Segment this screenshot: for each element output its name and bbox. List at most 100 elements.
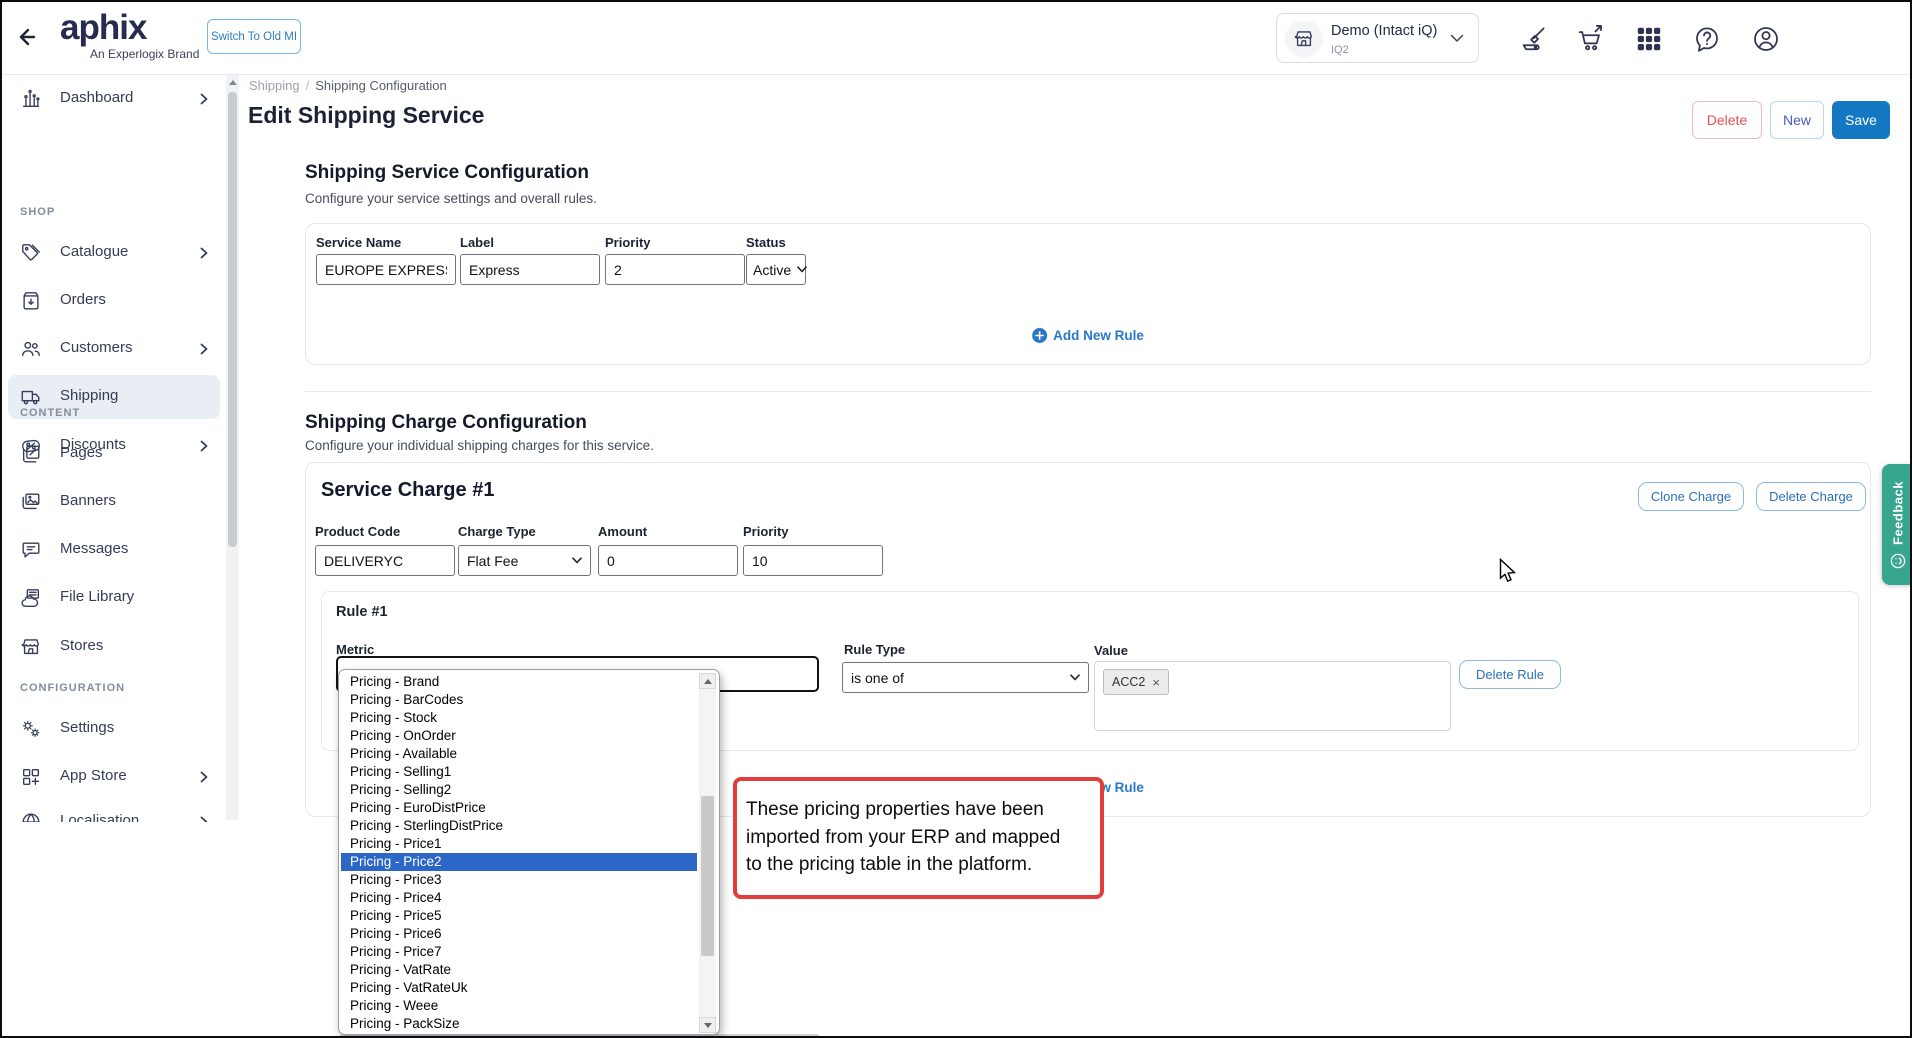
dropdown-option[interactable]: Pricing - Price4 xyxy=(341,889,697,907)
delete-charge-button[interactable]: Delete Charge xyxy=(1756,482,1866,511)
sidebar-item-label: Pages xyxy=(60,444,103,461)
top-bar: aphix An Experlogix Brand Switch To Old … xyxy=(2,2,1910,75)
dropdown-scrollbar[interactable] xyxy=(699,673,716,1033)
dropdown-option[interactable]: Pricing - Selling2 xyxy=(341,781,697,799)
dropdown-option[interactable]: Pricing - Weee xyxy=(341,997,697,1015)
dropdown-option[interactable]: Pricing - Available xyxy=(341,745,697,763)
dropdown-option[interactable]: Pricing - VatRateUk xyxy=(341,979,697,997)
sidebar-item-orders[interactable]: Orders xyxy=(8,279,220,323)
sidebar-scrollbar[interactable] xyxy=(226,75,239,820)
dropdown-option[interactable]: Pricing - BarCodes xyxy=(341,691,697,709)
new-button[interactable]: New xyxy=(1770,101,1824,139)
plus-circle-icon xyxy=(1032,328,1047,343)
annotation-box: These pricing properties have been impor… xyxy=(733,777,1104,899)
sidebar-item-label: Settings xyxy=(60,719,114,736)
chevron-down-icon xyxy=(1450,34,1464,43)
charge-priority-input[interactable] xyxy=(743,545,883,576)
feedback-tab[interactable]: Feedback xyxy=(1882,464,1912,585)
cart-icon[interactable] xyxy=(1576,24,1606,54)
charge-type-label: Charge Type xyxy=(458,524,536,539)
dropdown-option[interactable]: Pricing - PackSize xyxy=(341,1015,697,1033)
chevron-right-icon xyxy=(198,246,210,260)
aphix-logo: aphix xyxy=(60,8,146,48)
dropdown-option[interactable]: Pricing - Price5 xyxy=(341,907,697,925)
breadcrumb: Shipping/Shipping Configuration xyxy=(249,78,447,93)
sidebar-item-messages[interactable]: Messages xyxy=(8,528,220,572)
tags-icon xyxy=(20,242,42,264)
remove-chip-icon[interactable]: × xyxy=(1152,675,1160,690)
banners-icon xyxy=(20,491,42,513)
value-chip-acc2[interactable]: ACC2 × xyxy=(1103,669,1169,695)
dashboard-icon xyxy=(20,88,42,110)
sidebar-item-banners[interactable]: Banners xyxy=(8,480,220,524)
chevron-down-icon xyxy=(797,266,807,273)
dropdown-option[interactable]: Pricing - Price3 xyxy=(341,871,697,889)
collapse-sidebar-icon[interactable] xyxy=(18,24,46,50)
dropdown-option[interactable]: Pricing - Price7 xyxy=(341,943,697,961)
breadcrumb-shipping[interactable]: Shipping xyxy=(249,78,300,93)
sidebar-item-stores[interactable]: Stores xyxy=(8,625,220,669)
dropdown-option-selected[interactable]: Pricing - Price2 xyxy=(341,853,697,871)
sidebar-section-configuration: CONFIGURATION xyxy=(20,682,125,694)
sidebar-item-label: Messages xyxy=(60,540,128,557)
save-button[interactable]: Save xyxy=(1832,101,1890,139)
dropdown-scrollbar-thumb[interactable] xyxy=(701,796,714,956)
app-store-icon xyxy=(20,766,42,788)
dropdown-option[interactable]: Pricing - Brand xyxy=(341,673,697,691)
charge-type-select[interactable]: Flat Fee xyxy=(458,545,591,576)
sidebar-item-pages[interactable]: Pages xyxy=(8,432,220,476)
product-code-label: Product Code xyxy=(315,524,400,539)
dropdown-option[interactable]: Pricing - Price6 xyxy=(341,925,697,943)
label-input[interactable] xyxy=(460,254,600,285)
amount-input[interactable] xyxy=(598,545,738,576)
scroll-up-icon[interactable] xyxy=(699,673,716,689)
service-name-input[interactable] xyxy=(316,254,456,285)
dropdown-option[interactable]: Pricing - Selling1 xyxy=(341,763,697,781)
globe-icon xyxy=(20,811,42,822)
sidebar-item-app-store[interactable]: App Store xyxy=(8,755,220,799)
theme-paintbrush-icon[interactable] xyxy=(1518,24,1548,54)
scrollbar-thumb[interactable] xyxy=(228,92,237,547)
delete-button[interactable]: Delete xyxy=(1692,101,1762,139)
account-icon[interactable] xyxy=(1751,24,1781,54)
sidebar-item-dashboard[interactable]: Dashboard xyxy=(8,77,220,121)
value-multiselect[interactable]: ACC2 × xyxy=(1094,661,1451,731)
add-new-rule-link[interactable]: Add New Rule xyxy=(1032,328,1144,343)
sidebar-item-label: App Store xyxy=(60,767,127,784)
store-selector[interactable]: Demo (Intact iQ) IQ2 xyxy=(1276,13,1479,63)
rule-type-select[interactable]: is one of xyxy=(842,662,1089,693)
sidebar-item-customers[interactable]: Customers xyxy=(8,327,220,371)
help-icon[interactable] xyxy=(1692,24,1722,54)
service-name-label: Service Name xyxy=(316,235,401,250)
store-code: IQ2 xyxy=(1331,44,1349,56)
dropdown-option[interactable]: Pricing - OnOrder xyxy=(341,727,697,745)
dropdown-option[interactable]: Pricing - Stock xyxy=(341,709,697,727)
chevron-right-icon xyxy=(198,92,210,106)
scroll-down-icon[interactable] xyxy=(699,1017,716,1033)
sidebar-item-localisation[interactable]: Localisation xyxy=(8,800,220,822)
sidebar-item-label: Banners xyxy=(60,492,116,509)
sidebar-item-label: File Library xyxy=(60,588,134,605)
dropdown-option[interactable]: Pricing - Price1 xyxy=(341,835,697,853)
rule-title: Rule #1 xyxy=(336,604,388,620)
dropdown-option[interactable]: Pricing - VatRate xyxy=(341,961,697,979)
delete-rule-button[interactable]: Delete Rule xyxy=(1459,660,1561,689)
dropdown-option[interactable]: Pricing - SterlingDistPrice xyxy=(341,817,697,835)
apps-grid-icon[interactable] xyxy=(1634,24,1664,54)
store-name: Demo (Intact iQ) xyxy=(1331,23,1437,39)
clone-charge-button[interactable]: Clone Charge xyxy=(1638,482,1744,511)
product-code-input[interactable] xyxy=(315,545,455,576)
service-config-card: Service Name Label Priority Status Activ… xyxy=(305,223,1871,365)
sidebar-item-settings[interactable]: Settings xyxy=(8,707,220,751)
sidebar-item-file-library[interactable]: File Library xyxy=(8,576,220,620)
status-label: Status xyxy=(746,235,786,250)
gears-icon xyxy=(20,718,42,740)
sidebar-item-catalogue[interactable]: Catalogue xyxy=(8,231,220,275)
priority-input[interactable] xyxy=(605,254,745,285)
switch-to-old-mi-button[interactable]: Switch To Old MI xyxy=(207,19,301,54)
status-select[interactable]: Active xyxy=(746,254,806,285)
priority-label: Priority xyxy=(605,235,651,250)
sidebar-item-label: Dashboard xyxy=(60,89,133,106)
section-divider xyxy=(305,391,1871,392)
dropdown-option[interactable]: Pricing - EuroDistPrice xyxy=(341,799,697,817)
